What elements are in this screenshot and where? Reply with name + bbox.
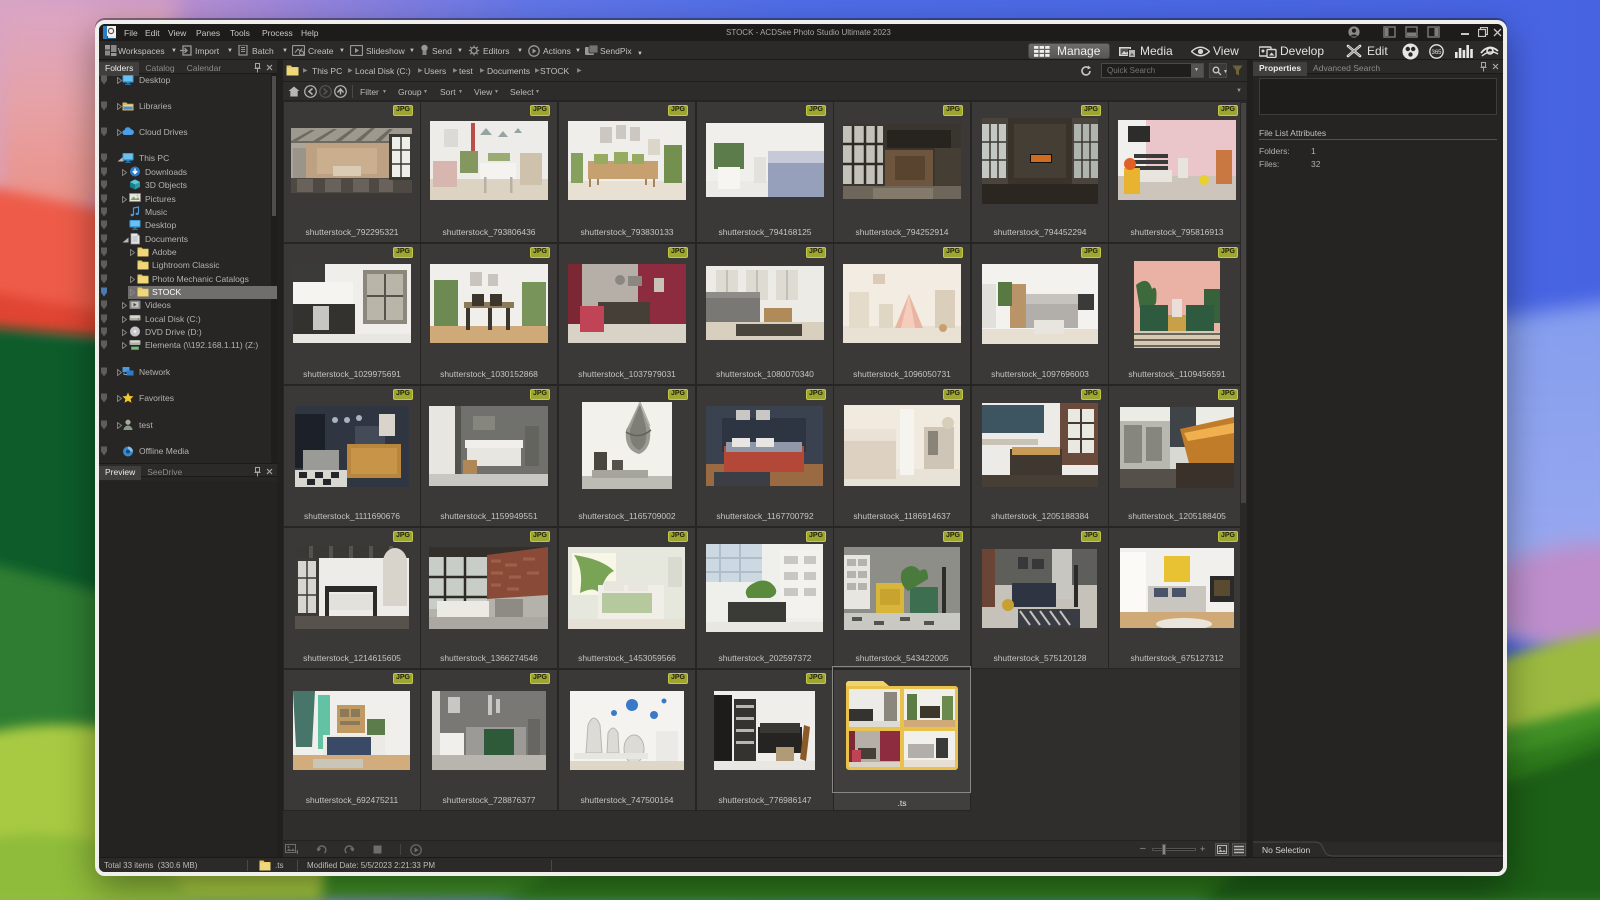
svg-text:365: 365: [1431, 50, 1442, 56]
